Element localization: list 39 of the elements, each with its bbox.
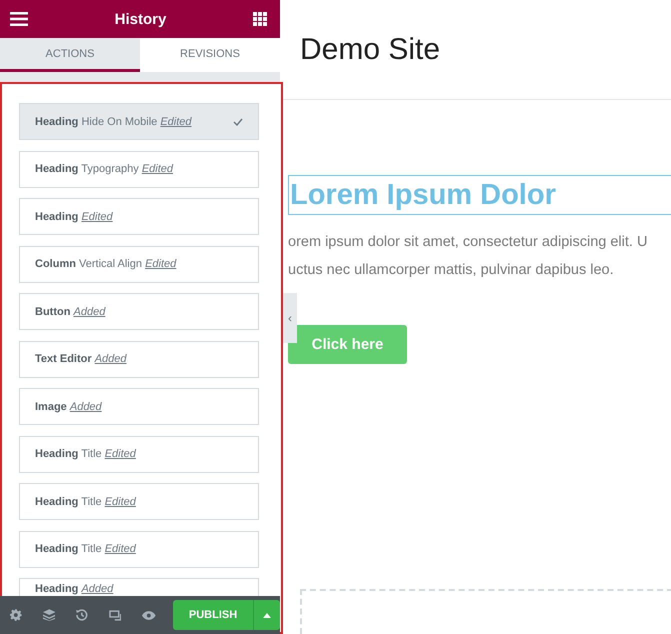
menu-icon[interactable] xyxy=(10,12,28,26)
history-icon[interactable] xyxy=(76,609,88,621)
publish-options-button[interactable] xyxy=(253,600,280,630)
history-item[interactable]: Heading Title Edited xyxy=(19,530,259,568)
eye-icon[interactable] xyxy=(142,610,156,620)
history-item[interactable]: Heading Added xyxy=(19,578,259,596)
history-item-label: Heading Title Edited xyxy=(35,496,136,508)
history-item[interactable]: Heading Title Edited xyxy=(19,436,259,472)
history-item-label: Heading Added xyxy=(35,583,114,595)
history-item-label: Button Added xyxy=(35,306,106,318)
panel-tab[interactable]: ACTIONS xyxy=(0,38,140,72)
settings-icon[interactable] xyxy=(10,609,22,621)
grid-icon[interactable] xyxy=(253,12,267,26)
site-title: Demo Site xyxy=(300,32,440,66)
history-item[interactable]: Button Added xyxy=(19,293,259,330)
paragraph-line: orem ipsum dolor sit amet, consectetur adipiscing elit. U xyxy=(288,233,648,252)
paragraph-line: uctus nec ullamcorper mattis, pulvinar dapibus leo. xyxy=(288,261,615,280)
history-item[interactable]: Heading Title Edited xyxy=(19,483,259,520)
checkmark-icon xyxy=(233,118,243,126)
history-item-label: Heading Hide On Mobile Edited xyxy=(35,116,192,128)
page-heading: Lorem Ipsum Dolor xyxy=(289,178,556,212)
history-item-label: Text Editor Added xyxy=(35,353,127,365)
layers-icon[interactable] xyxy=(42,609,56,621)
history-item[interactable]: Text Editor Added xyxy=(19,340,259,378)
history-item[interactable]: Heading Hide On Mobile Edited xyxy=(19,103,259,140)
responsive-icon[interactable] xyxy=(108,610,122,620)
caret-icon xyxy=(263,612,271,618)
history-item-label: Heading Typography Edited xyxy=(35,163,174,175)
history-item-label: Heading Edited xyxy=(35,210,113,222)
history-item-label: Image Added xyxy=(35,400,102,412)
panel-title: History xyxy=(114,10,166,28)
history-item[interactable]: Column Vertical Align Edited xyxy=(19,246,259,282)
history-item[interactable]: Image Added xyxy=(19,388,259,425)
history-item-label: Heading Title Edited xyxy=(35,543,136,555)
history-item[interactable]: Heading Edited xyxy=(19,198,259,235)
history-item-label: Heading Title Edited xyxy=(35,448,136,460)
history-item-label: Column Vertical Align Edited xyxy=(35,258,176,270)
panel-collapse-handle[interactable]: ‹ xyxy=(283,293,297,343)
history-item[interactable]: Heading Typography Edited xyxy=(19,150,259,188)
